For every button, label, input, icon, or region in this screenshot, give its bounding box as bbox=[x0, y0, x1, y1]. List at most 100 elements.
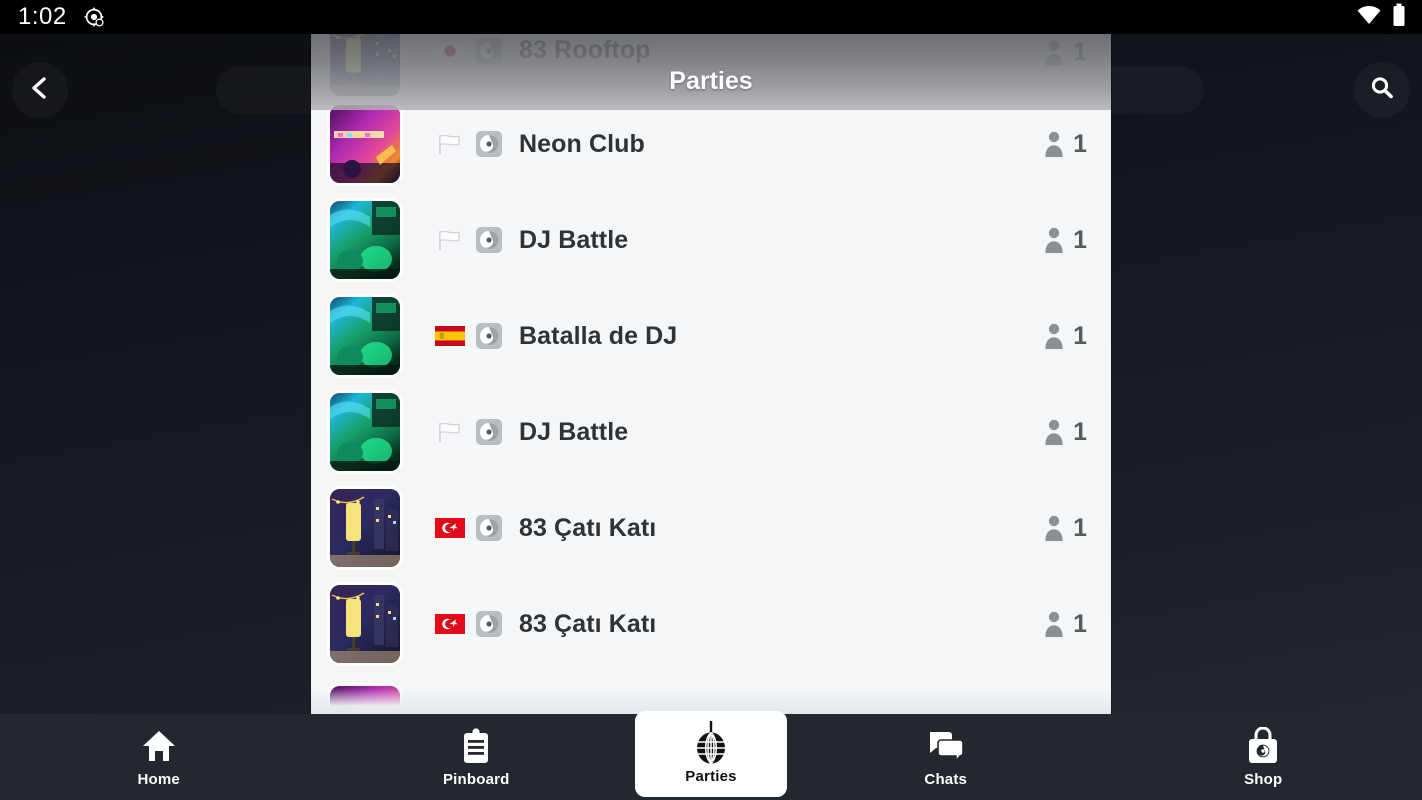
member-count-value: 1 bbox=[1073, 417, 1087, 446]
party-member-count: 1 bbox=[1043, 610, 1087, 639]
party-row-label-group: 83 Çatı Katı bbox=[435, 514, 1043, 543]
party-row[interactable]: Batalla de DJ 1 bbox=[311, 288, 1111, 384]
nav-item-chats[interactable]: Chats bbox=[787, 714, 1105, 800]
thumb-dj-battle bbox=[330, 393, 400, 471]
nav-item-label: Home bbox=[137, 770, 180, 788]
member-count-value: 1 bbox=[1073, 38, 1087, 66]
party-row[interactable]: DJ Battle 1 bbox=[311, 384, 1111, 480]
party-name: DJ Battle bbox=[519, 417, 629, 446]
flag-spain bbox=[435, 326, 465, 346]
party-row-label-group: 83 Çatı Katı bbox=[435, 610, 1043, 639]
member-count-value: 1 bbox=[1073, 225, 1087, 254]
battery-icon bbox=[1392, 3, 1406, 32]
party-row[interactable]: 83 Çatı Katı 1 bbox=[311, 480, 1111, 576]
status-time: 1:02 bbox=[18, 3, 67, 30]
party-thumbnail bbox=[330, 489, 400, 567]
nav-item-label: Chats bbox=[924, 770, 968, 788]
status-indicators bbox=[1356, 3, 1406, 32]
party-name: 83 Çatı Katı bbox=[519, 609, 657, 638]
party-name: Batalla de DJ bbox=[519, 321, 678, 350]
member-count-value: 1 bbox=[1073, 609, 1087, 638]
flag-turkey bbox=[435, 518, 465, 538]
disco-disc-icon bbox=[476, 37, 502, 64]
thumb-rooftop bbox=[330, 489, 400, 567]
search-button[interactable] bbox=[1354, 62, 1410, 118]
party-row[interactable] bbox=[311, 672, 1111, 712]
party-member-count: 1 bbox=[1043, 226, 1087, 255]
flag-japan bbox=[435, 40, 465, 61]
party-row-label-group: Batalla de DJ bbox=[435, 322, 1043, 351]
nav-item-label: Pinboard bbox=[442, 770, 510, 788]
disco-disc-icon bbox=[476, 227, 502, 253]
party-row[interactable]: 83 Çatı Katı 1 bbox=[311, 576, 1111, 672]
party-name: Neon Club bbox=[519, 129, 645, 158]
party-name: 83 Çatı Katı bbox=[519, 513, 657, 542]
party-row-label-group: DJ Battle bbox=[435, 418, 1043, 447]
flag-blank bbox=[439, 423, 460, 442]
flag-blank bbox=[439, 231, 460, 250]
party-thumbnail bbox=[330, 585, 400, 663]
nav-item-pinboard[interactable]: Pinboard bbox=[318, 714, 636, 800]
person-icon bbox=[1045, 323, 1063, 349]
chat-bubbles-icon bbox=[927, 727, 965, 765]
party-row[interactable]: Neon Club 1 bbox=[311, 96, 1111, 192]
party-row[interactable]: DJ Battle 1 bbox=[311, 192, 1111, 288]
party-thumbnail bbox=[330, 393, 400, 471]
party-thumbnail bbox=[330, 105, 400, 183]
thumb-dj-battle bbox=[330, 201, 400, 279]
party-member-count: 1 bbox=[1043, 322, 1087, 351]
thumb-rooftop bbox=[330, 34, 400, 96]
party-member-count: 1 bbox=[1043, 418, 1087, 447]
thumb-neon-club bbox=[330, 686, 400, 712]
party-row-label-group: 83 Rooftop bbox=[435, 36, 1043, 65]
thumb-neon-club bbox=[330, 105, 400, 183]
person-icon bbox=[1045, 227, 1063, 253]
party-row[interactable]: 83 Rooftop 1 bbox=[311, 34, 1111, 96]
disco-disc-icon bbox=[476, 419, 502, 445]
party-row-label-group: DJ Battle bbox=[435, 226, 1043, 255]
party-row-label-group: Neon Club bbox=[435, 130, 1043, 159]
search-icon bbox=[1367, 73, 1397, 108]
chevron-left-icon bbox=[27, 75, 53, 106]
shopping-bag-icon bbox=[1247, 726, 1279, 765]
flag-blank bbox=[439, 135, 460, 154]
party-thumbnail bbox=[330, 686, 400, 712]
party-thumbnail bbox=[330, 297, 400, 375]
party-thumbnail bbox=[330, 201, 400, 279]
disco-disc-icon bbox=[476, 131, 502, 157]
person-icon bbox=[1045, 131, 1063, 157]
disco-disc-icon bbox=[476, 515, 502, 541]
disco-disc-icon bbox=[476, 323, 502, 349]
member-count-value: 1 bbox=[1073, 129, 1087, 158]
person-icon bbox=[1045, 419, 1063, 445]
nav-item-label: Parties bbox=[685, 767, 737, 785]
wifi-icon bbox=[1356, 4, 1382, 31]
status-bar: 1:02 bbox=[0, 0, 1422, 34]
parties-list[interactable]: 83 Rooftop 1 Neon Club 1 DJ Battle 1 Batalla d… bbox=[311, 34, 1111, 712]
disco-ball-icon bbox=[690, 720, 732, 764]
party-name: DJ Battle bbox=[519, 225, 629, 254]
flag-turkey bbox=[435, 614, 465, 634]
member-count-value: 1 bbox=[1073, 321, 1087, 350]
location-target-icon bbox=[83, 6, 105, 28]
nav-item-shop[interactable]: Shop bbox=[1105, 714, 1422, 800]
parties-panel[interactable]: 83 Rooftop 1 Neon Club 1 DJ Battle 1 Batalla d… bbox=[311, 34, 1111, 714]
thumb-rooftop bbox=[330, 585, 400, 663]
clipboard-icon bbox=[461, 727, 491, 765]
party-member-count: 1 bbox=[1043, 38, 1087, 67]
party-member-count: 1 bbox=[1043, 514, 1087, 543]
nav-item-parties[interactable]: Parties bbox=[635, 711, 787, 797]
person-icon bbox=[1045, 611, 1063, 637]
nav-item-label: Shop bbox=[1244, 770, 1283, 788]
thumb-dj-battle bbox=[330, 297, 400, 375]
nav-item-home[interactable]: Home bbox=[0, 714, 318, 800]
home-icon bbox=[141, 727, 177, 765]
party-thumbnail bbox=[330, 34, 400, 96]
person-icon bbox=[1045, 515, 1063, 541]
back-button[interactable] bbox=[12, 62, 68, 118]
app-root: 83 Rooftop 1 Neon Club 1 DJ Battle 1 Batalla d… bbox=[0, 0, 1422, 800]
party-member-count: 1 bbox=[1043, 130, 1087, 159]
member-count-value: 1 bbox=[1073, 513, 1087, 542]
bottom-navigation[interactable]: Home Pinboard Parties Chats Shop bbox=[0, 711, 1422, 800]
party-name: 83 Rooftop bbox=[519, 36, 651, 64]
